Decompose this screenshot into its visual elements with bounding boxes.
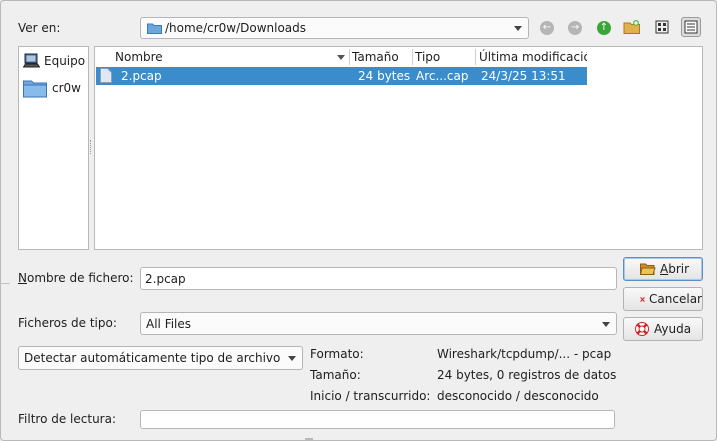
back-glyph: ←: [542, 22, 552, 33]
up-arrow-icon: ↑: [597, 21, 611, 35]
new-folder-button[interactable]: [622, 17, 642, 37]
cancel-button[interactable]: Cancelar: [623, 287, 703, 311]
help-button[interactable]: Ayuda: [623, 317, 703, 341]
table-row[interactable]: 2.pcap 24 bytes Arc...cap 24/3/25 13:51: [96, 67, 587, 85]
chevron-down-icon: [602, 321, 610, 327]
cell-name: 2.pcap: [121, 69, 162, 83]
path-combo[interactable]: /home/cr0w/Downloads: [140, 17, 529, 39]
open-button-label: Abrir: [660, 262, 689, 276]
sidebar-item-label: Equipo: [44, 54, 86, 68]
divider: [0, 283, 10, 284]
filetype-value: All Files: [146, 316, 192, 331]
detail-view-button[interactable]: [681, 17, 701, 37]
sidebar: Equipo cr0w: [18, 46, 89, 250]
sort-indicator-icon: [337, 55, 345, 60]
read-filter-input[interactable]: [140, 410, 615, 429]
grid-view-icon: [655, 20, 669, 34]
cell-type: Arc...cap: [416, 69, 469, 83]
column-header-name[interactable]: Nombre: [115, 47, 351, 67]
read-filter-label: Filtro de lectura:: [18, 412, 116, 426]
back-arrow-icon: ←: [540, 21, 554, 35]
cell-size: 24 bytes: [358, 69, 411, 83]
column-header-label: Nombre: [115, 50, 163, 64]
forward-glyph: →: [570, 22, 580, 33]
forward-button[interactable]: →: [565, 18, 585, 38]
open-label-text: brir: [668, 262, 690, 276]
back-button[interactable]: ←: [537, 18, 557, 38]
column-divider: [412, 49, 413, 65]
sidebar-item-home[interactable]: cr0w: [22, 77, 88, 99]
column-header-modified[interactable]: Última modificación: [479, 47, 587, 67]
up-button[interactable]: ↑: [594, 18, 614, 38]
sidebar-item-computer[interactable]: Equipo: [22, 53, 88, 71]
folder-icon: [147, 22, 162, 34]
path-value: /home/cr0w/Downloads: [165, 21, 307, 35]
format-select-value: Detectar automáticamente tipo de archivo: [24, 351, 281, 365]
help-lifebuoy-icon: [635, 322, 649, 336]
list-view-button[interactable]: [652, 17, 672, 37]
cell-modified: 24/3/25 13:51: [481, 69, 566, 83]
folder-icon: [23, 80, 47, 98]
size-label: Tamaño:: [310, 368, 361, 382]
column-header-type[interactable]: Tipo: [415, 47, 475, 67]
format-select[interactable]: Detectar automáticamente tipo de archivo: [18, 346, 303, 370]
column-divider: [349, 49, 350, 65]
format-label: Formato:: [310, 347, 364, 361]
column-divider: [475, 49, 476, 65]
column-header-label: Tamaño: [352, 50, 399, 64]
format-value: Wireshark/tcpdump/... - pcap: [437, 347, 612, 361]
filename-label: Nombre de fichero:: [18, 271, 134, 285]
size-value: 24 bytes, 0 registros de datos: [437, 368, 617, 382]
start-elapsed-label: Inicio / transcurrido:: [310, 389, 431, 403]
open-button[interactable]: Abrir: [623, 257, 703, 281]
help-button-label: Ayuda: [654, 322, 692, 336]
file-icon: [100, 68, 112, 83]
column-header-label: Tipo: [415, 50, 441, 64]
filetype-select[interactable]: All Files: [140, 312, 617, 335]
computer-icon: [23, 53, 40, 68]
new-folder-icon: [623, 20, 640, 34]
mnemonic: N: [18, 271, 27, 285]
detail-view-icon: [684, 20, 698, 34]
resize-grip[interactable]: [305, 438, 313, 440]
cancel-icon: [640, 296, 645, 302]
file-list: Nombre Tamaño Tipo Última modificación 2…: [94, 46, 703, 250]
filename-input[interactable]: 2.pcap: [140, 267, 617, 290]
up-glyph: ↑: [599, 22, 609, 33]
forward-arrow-icon: →: [568, 21, 582, 35]
filetype-label: Ficheros de tipo:: [18, 316, 117, 330]
filename-value: 2.pcap: [145, 271, 186, 286]
open-folder-icon: [640, 263, 656, 275]
start-elapsed-value: desconocido / desconocido: [437, 389, 599, 403]
chevron-down-icon: [288, 356, 296, 361]
chevron-down-icon: [514, 26, 522, 31]
column-header-label: Última modificación: [479, 50, 587, 64]
look-in-label: Ver en:: [18, 21, 61, 35]
sidebar-item-label: cr0w: [52, 81, 81, 95]
cancel-button-label: Cancelar: [649, 292, 702, 306]
column-header-size[interactable]: Tamaño: [352, 47, 412, 67]
filename-label-text: ombre de fichero:: [26, 271, 134, 285]
mnemonic: A: [660, 262, 669, 276]
